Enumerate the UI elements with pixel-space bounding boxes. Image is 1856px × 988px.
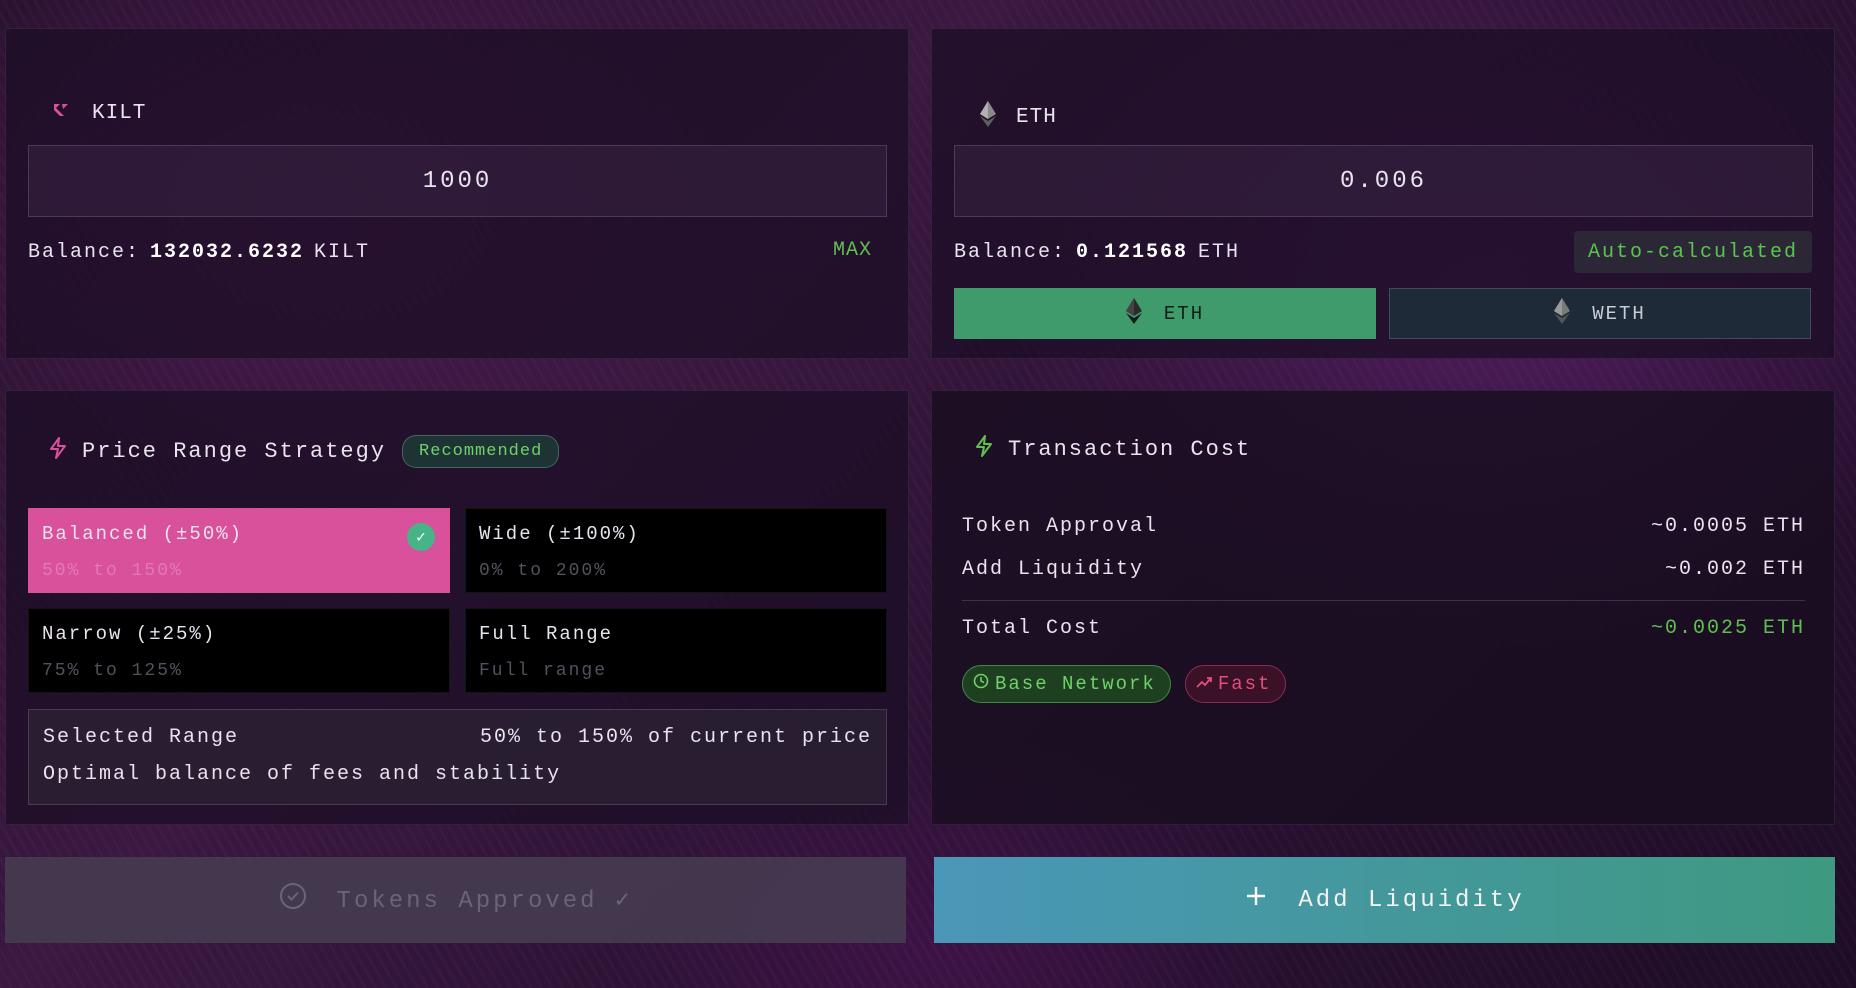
- kilt-balance: Balance: 132032.6232 KILT: [28, 241, 370, 264]
- selected-range-label: Selected Range: [43, 726, 240, 749]
- check-icon: ✓: [407, 523, 435, 551]
- cost-value: ~0.002 ETH: [1664, 558, 1805, 581]
- fast-pill: Fast: [1184, 665, 1287, 703]
- range-option-range: Full range: [479, 661, 608, 681]
- add-liquidity-label: Add Liquidity: [1298, 886, 1525, 914]
- eth-toggle-label: ETH: [1163, 302, 1205, 325]
- base-network-pill: Base Network: [962, 665, 1171, 703]
- range-option-full[interactable]: Full Range Full range: [465, 608, 887, 693]
- eth-logo-icon: [980, 101, 996, 134]
- eth-balance-unit: ETH: [1198, 241, 1241, 264]
- range-option-name: Full Range: [479, 623, 614, 645]
- lightning-icon: [974, 435, 994, 464]
- total-cost-label: Total Cost: [962, 617, 1103, 640]
- cost-value: ~0.0005 ETH: [1650, 515, 1805, 538]
- add-liquidity-button[interactable]: Add Liquidity: [934, 857, 1835, 943]
- transaction-cost-header: Transaction Cost: [974, 435, 1251, 464]
- max-button[interactable]: MAX: [833, 239, 872, 262]
- cost-row-total: Total Cost ~0.0025 ETH: [962, 617, 1805, 640]
- tokens-approved-label: Tokens Approved ✓: [336, 888, 633, 915]
- kilt-balance-label: Balance:: [28, 241, 141, 264]
- trending-up-icon: [1196, 673, 1212, 695]
- selected-range-description: Optimal balance of fees and stability: [43, 763, 562, 786]
- selected-range-box: Selected Range 50% to 150% of current pr…: [28, 709, 887, 805]
- price-range-card: Price Range Strategy Recommended Balance…: [5, 390, 909, 825]
- selected-range-value: 50% to 150% of current price: [479, 726, 872, 749]
- kilt-balance-value: 132032.6232: [150, 241, 305, 264]
- plus-icon: [1244, 884, 1268, 916]
- kilt-token-name: KILT: [92, 102, 147, 125]
- base-network-label: Base Network: [995, 673, 1156, 695]
- eth-balance-value: 0.121568: [1076, 241, 1189, 264]
- range-option-range: 75% to 125%: [42, 661, 183, 681]
- transaction-cost-card: Transaction Cost Token Approval ~0.0005 …: [931, 390, 1835, 825]
- eth-balance-label: Balance:: [954, 241, 1067, 264]
- fast-label: Fast: [1217, 673, 1272, 695]
- auto-calculated-badge: Auto-calculated: [1573, 231, 1812, 273]
- clock-icon: [973, 673, 989, 695]
- lightning-icon: [48, 437, 68, 466]
- cost-divider: [962, 600, 1805, 601]
- weth-toggle-button[interactable]: WETH: [1389, 288, 1811, 339]
- recommended-badge: Recommended: [402, 435, 560, 468]
- kilt-logo-icon: [52, 101, 72, 126]
- cost-row-liquidity: Add Liquidity ~0.002 ETH: [962, 558, 1805, 581]
- eth-token-header: ETH: [980, 101, 1057, 134]
- range-option-name: Narrow (±25%): [42, 623, 217, 645]
- range-option-wide[interactable]: Wide (±100%) 0% to 200%: [465, 508, 887, 593]
- range-option-balanced[interactable]: Balanced (±50%) 50% to 150% ✓: [28, 508, 450, 593]
- eth-icon: [1125, 297, 1142, 330]
- cost-label: Add Liquidity: [962, 558, 1145, 581]
- transaction-cost-title: Transaction Cost: [1008, 437, 1252, 462]
- range-option-narrow[interactable]: Narrow (±25%) 75% to 125%: [28, 608, 450, 693]
- eth-token-card: ETH Balance: 0.121568 ETH Auto-calculate…: [931, 28, 1835, 359]
- cost-label: Token Approval: [962, 515, 1159, 538]
- kilt-balance-unit: KILT: [314, 241, 371, 264]
- cost-row-approval: Token Approval ~0.0005 ETH: [962, 515, 1805, 538]
- weth-toggle-label: WETH: [1592, 302, 1646, 325]
- tokens-approved-button[interactable]: Tokens Approved ✓: [5, 857, 906, 943]
- range-option-range: 0% to 200%: [479, 561, 608, 581]
- eth-toggle-button[interactable]: ETH: [954, 288, 1376, 339]
- weth-icon: [1554, 297, 1571, 330]
- total-cost-value: ~0.0025 ETH: [1650, 617, 1805, 640]
- network-pills: Base Network Fast: [962, 665, 1287, 703]
- eth-token-name: ETH: [1016, 106, 1057, 129]
- kilt-token-card: KILT Balance: 132032.6232 KILT MAX: [5, 28, 909, 359]
- price-range-header: Price Range Strategy Recommended: [48, 435, 560, 468]
- eth-amount-input[interactable]: [954, 145, 1813, 217]
- range-option-name: Balanced (±50%): [42, 523, 244, 545]
- kilt-amount-input[interactable]: [28, 145, 887, 217]
- range-option-range: 50% to 150%: [42, 561, 183, 581]
- eth-balance: Balance: 0.121568 ETH: [954, 241, 1240, 264]
- price-range-title: Price Range Strategy: [82, 439, 387, 464]
- range-option-name: Wide (±100%): [479, 523, 640, 545]
- check-circle-icon: [279, 882, 307, 918]
- kilt-token-header: KILT: [52, 101, 146, 126]
